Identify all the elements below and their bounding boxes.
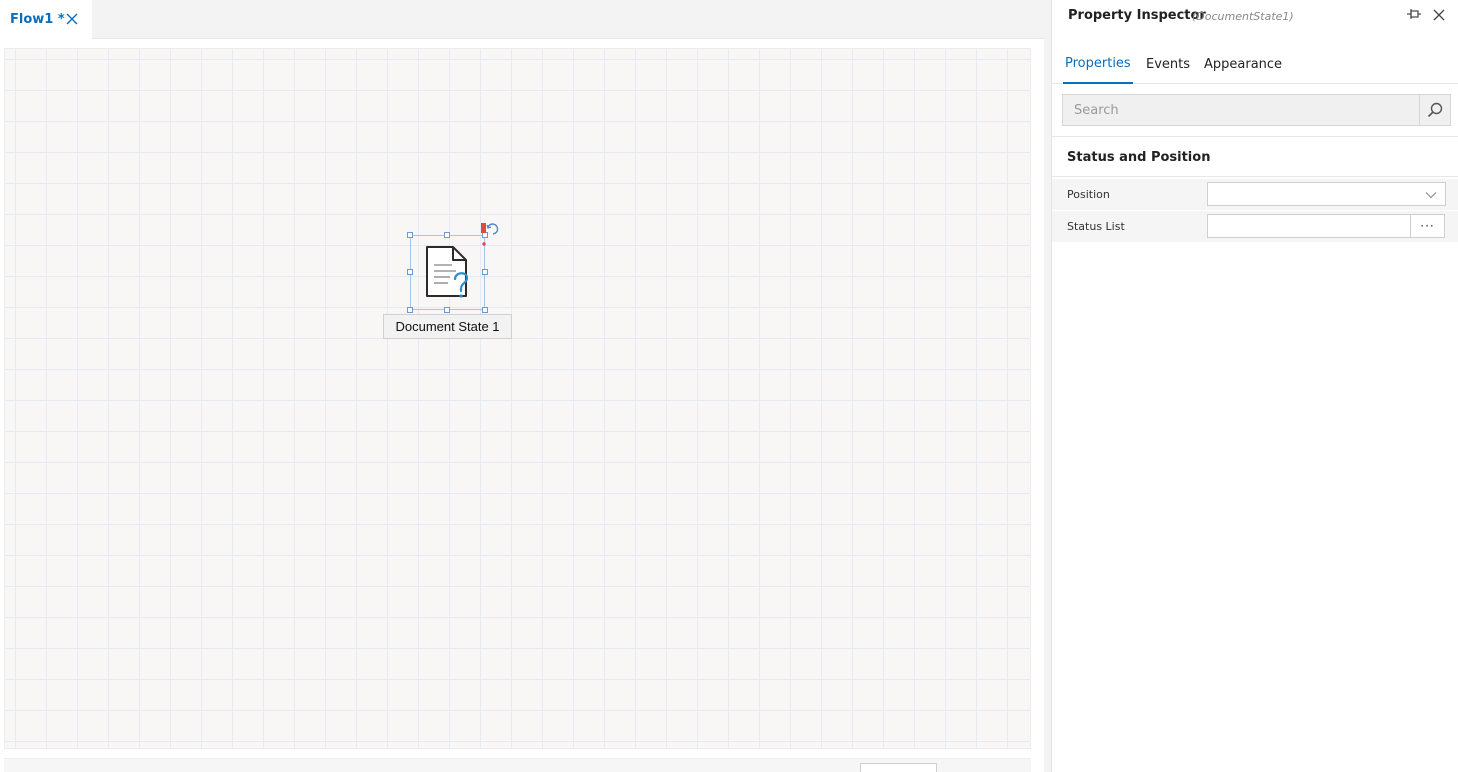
canvas-container: Document State 1 bbox=[0, 39, 1044, 772]
chevron-down-icon bbox=[1425, 189, 1437, 201]
status-list-edit-button[interactable]: ··· bbox=[1410, 214, 1445, 238]
position-label: Position bbox=[1067, 188, 1110, 201]
search-icon bbox=[1427, 102, 1443, 118]
document-tabbar: Flow1 * bbox=[0, 0, 1044, 39]
resize-handle-se[interactable] bbox=[482, 307, 488, 313]
tab-flow1-label: Flow1 * bbox=[10, 12, 65, 27]
resize-handle-nw[interactable] bbox=[407, 232, 413, 238]
panel-subtitle: (DocumentState1) bbox=[1192, 10, 1294, 23]
tab-flow1[interactable]: Flow1 * bbox=[0, 0, 92, 39]
status-list-field[interactable] bbox=[1207, 214, 1412, 238]
resize-handle-s[interactable] bbox=[444, 307, 450, 313]
tab-properties[interactable]: Properties bbox=[1063, 44, 1133, 84]
resize-handle-e[interactable] bbox=[482, 269, 488, 275]
flow-canvas[interactable]: Document State 1 bbox=[4, 48, 1031, 749]
search-box bbox=[1062, 94, 1451, 126]
panel-title: Property Inspector bbox=[1068, 8, 1206, 23]
property-inspector-panel: Property Inspector (DocumentState1) Prop… bbox=[1051, 0, 1458, 772]
search-input[interactable] bbox=[1063, 95, 1419, 125]
close-icon[interactable] bbox=[65, 12, 79, 26]
resize-handle-sw[interactable] bbox=[407, 307, 413, 313]
section-header[interactable]: Status and Position bbox=[1052, 137, 1458, 177]
resize-handle-n[interactable] bbox=[444, 232, 450, 238]
tab-events[interactable]: Events bbox=[1144, 44, 1190, 84]
zoom-control[interactable] bbox=[860, 763, 937, 772]
document-state-node[interactable] bbox=[407, 223, 499, 313]
editor-area: Flow1 * Document State 1 bbox=[0, 0, 1044, 772]
node-label[interactable]: Document State 1 bbox=[383, 314, 512, 339]
app-window: Flow1 * Document State 1 Property Inspec… bbox=[0, 0, 1458, 772]
property-row-status-list: Status List ··· bbox=[1052, 211, 1458, 242]
pin-icon[interactable] bbox=[1406, 8, 1422, 22]
position-dropdown[interactable] bbox=[1207, 182, 1446, 206]
inspector-tabs: Properties Events Appearance bbox=[1052, 44, 1458, 84]
section-title: Status and Position bbox=[1067, 150, 1211, 165]
status-list-label: Status List bbox=[1067, 220, 1125, 233]
flag-icon[interactable] bbox=[481, 222, 501, 248]
document-question-icon bbox=[422, 243, 474, 301]
close-icon[interactable] bbox=[1432, 8, 1446, 22]
tab-appearance[interactable]: Appearance bbox=[1202, 44, 1284, 84]
resize-handle-w[interactable] bbox=[407, 269, 413, 275]
property-row-position: Position bbox=[1052, 179, 1458, 210]
search-button[interactable] bbox=[1419, 95, 1450, 125]
